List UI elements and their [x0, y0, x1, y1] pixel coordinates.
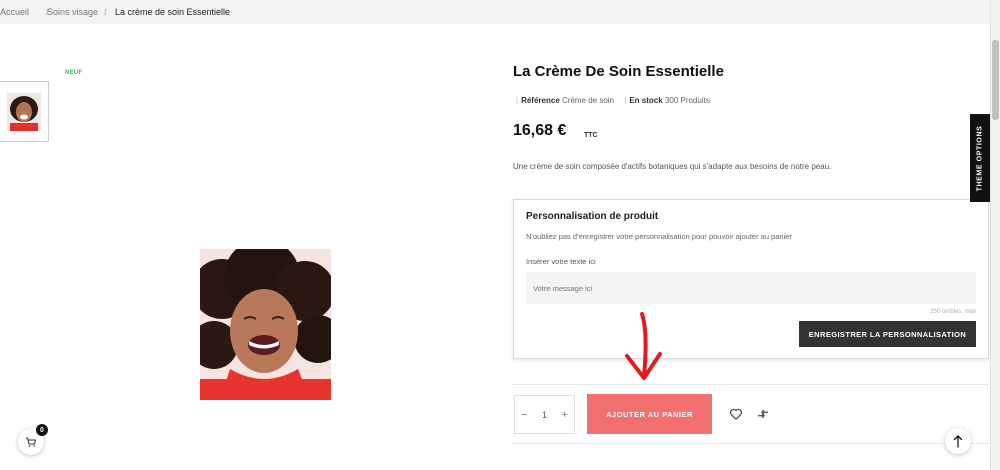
product-meta: | Référence Crème de soin | En stock 300 P… [513, 96, 710, 105]
meta-divider: | [516, 96, 519, 105]
customization-text-input[interactable] [526, 272, 976, 304]
breadcrumb: Accueil / Soins visage / La crème de soi… [0, 0, 990, 24]
breadcrumb-current: La crème de soin Essentielle [115, 7, 231, 17]
reference-value: Crème de soin [562, 96, 615, 105]
arrow-up-icon [953, 435, 963, 448]
product-price: 16,68 € [513, 122, 567, 139]
add-to-cart-button[interactable]: AJOUTER AU PANIER [587, 394, 712, 434]
theme-options-tab[interactable]: THEME OPTIONS [970, 114, 990, 202]
customization-field-label: Insérer votre texte ici [526, 257, 596, 266]
customization-note: N'oubliez pas d'enregistrer votre person… [526, 232, 792, 241]
stock-value: 300 Produits [664, 96, 710, 105]
scrollbar-thumb[interactable] [992, 40, 999, 120]
stock-label: En stock [629, 96, 663, 105]
quantity-stepper[interactable]: − 1 + [514, 395, 575, 434]
breadcrumb-soins-visage[interactable]: Soins visage [47, 7, 98, 17]
breadcrumb-home[interactable]: Accueil [0, 7, 29, 17]
compare-icon[interactable] [756, 407, 770, 421]
quantity-decrease-button[interactable]: − [521, 409, 527, 421]
tax-label: TTC [584, 132, 598, 139]
product-thumbnail[interactable] [0, 81, 49, 142]
divider [513, 443, 989, 444]
customization-title: Personnalisation de produit [526, 211, 659, 222]
cart-count-badge: 0 [36, 424, 48, 436]
reference-label: Référence [521, 96, 560, 105]
customization-panel: Personnalisation de produit N'oubliez pa… [513, 199, 989, 359]
theme-options-label: THEME OPTIONS [976, 125, 984, 191]
quantity-value[interactable]: 1 [542, 410, 547, 420]
annotation-arrow-icon [625, 312, 662, 380]
char-limit-hint: 250 ombles. max [930, 309, 976, 315]
back-to-top-button[interactable] [945, 428, 971, 454]
divider [513, 384, 989, 385]
meta-divider: | [624, 96, 627, 105]
product-main-image[interactable] [200, 249, 331, 400]
thumbnail-image [6, 92, 41, 131]
page-scrollbar[interactable] [990, 0, 1000, 470]
heart-icon[interactable] [729, 407, 743, 421]
product-title: La Crème De Soin Essentielle [513, 63, 724, 80]
product-description: Une crème de soin composée d'actifs bota… [513, 162, 832, 171]
save-customization-button[interactable]: ENREGISTRER LA PERSONNALISATION [799, 321, 976, 347]
cart-icon [26, 437, 36, 447]
breadcrumb-separator: / [104, 7, 107, 17]
quantity-increase-button[interactable]: + [562, 409, 568, 421]
new-badge: NEUF [65, 70, 83, 76]
